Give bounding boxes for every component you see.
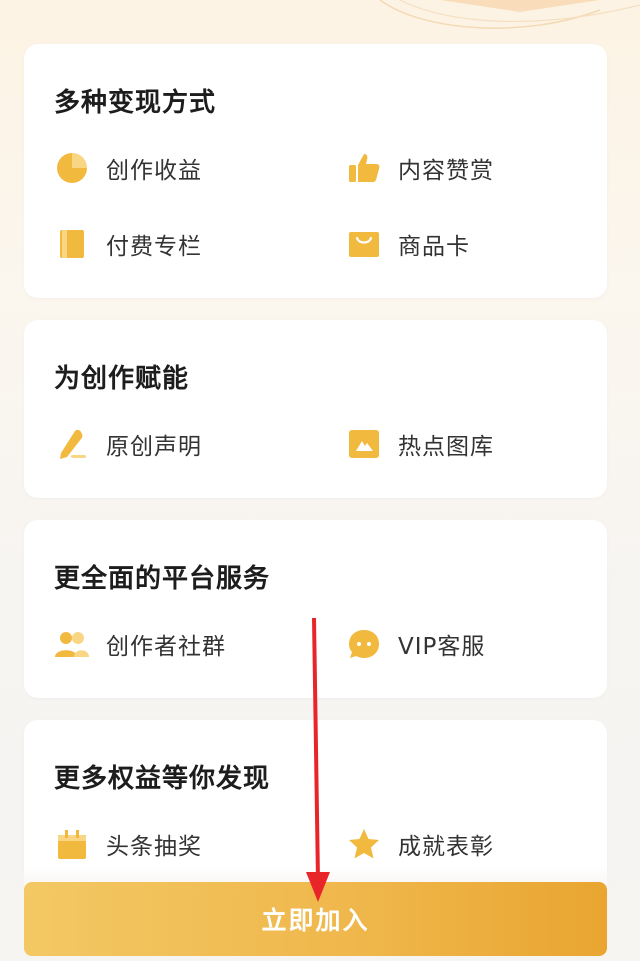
feature-item-achievement[interactable]: 成就表彰 [346, 826, 494, 862]
feature-label: 原创声明 [106, 434, 202, 460]
feature-label: 商品卡 [398, 234, 470, 260]
feature-item-vip-service[interactable]: VIP客服 [346, 626, 485, 662]
section-title: 多种变现方式 [54, 88, 217, 118]
pie-chart-icon [54, 150, 90, 186]
feature-label: 热点图库 [398, 434, 494, 460]
feature-label: 头条抽奖 [106, 834, 202, 860]
feature-label: 创作收益 [106, 158, 202, 184]
join-now-button[interactable]: 立即加入 [24, 882, 607, 956]
platform-service-card: 更全面的平台服务 创作者社群 VIP客服 [24, 520, 607, 698]
feature-item-content-reward[interactable]: 内容赞赏 [346, 150, 494, 186]
chat-bubble-icon [346, 626, 382, 662]
image-icon [346, 426, 382, 462]
book-icon [54, 226, 90, 262]
people-icon [54, 626, 90, 662]
feature-label: 创作者社群 [106, 634, 226, 660]
feature-label: 成就表彰 [398, 834, 494, 860]
empowerment-card: 为创作赋能 原创声明 热点图库 [24, 320, 607, 498]
section-title: 为创作赋能 [54, 364, 190, 394]
feature-item-paid-column[interactable]: 付费专栏 [54, 226, 202, 262]
section-title: 更全面的平台服务 [54, 564, 271, 594]
feature-item-lottery[interactable]: 头条抽奖 [54, 826, 202, 862]
pencil-icon [54, 426, 90, 462]
gift-box-icon [54, 826, 90, 862]
feature-label: 内容赞赏 [398, 158, 494, 184]
feature-item-product-card[interactable]: 商品卡 [346, 226, 470, 262]
star-icon [346, 826, 382, 862]
feature-label: VIP客服 [398, 634, 486, 660]
shopping-bag-icon [346, 226, 382, 262]
feature-item-creation-income[interactable]: 创作收益 [54, 150, 202, 186]
thumbs-up-icon [346, 150, 382, 186]
section-title: 更多权益等你发现 [54, 764, 271, 794]
feature-item-original-declaration[interactable]: 原创声明 [54, 426, 202, 462]
monetization-card: 多种变现方式 创作收益 内容赞赏 付费专栏 商品卡 [24, 44, 607, 298]
feature-label: 付费专栏 [106, 234, 202, 260]
feature-item-creator-community[interactable]: 创作者社群 [54, 626, 226, 662]
feature-item-hot-gallery[interactable]: 热点图库 [346, 426, 494, 462]
